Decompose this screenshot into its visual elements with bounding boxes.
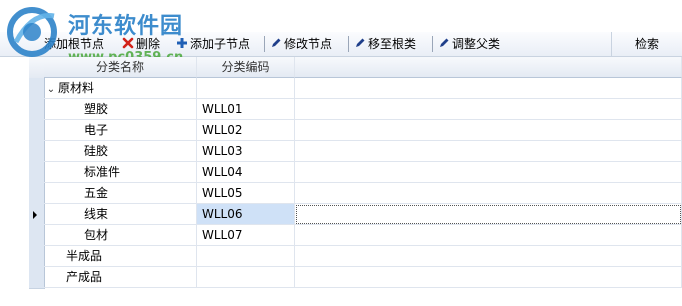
filler-cell [295, 78, 682, 99]
edit-node-label: 修改节点 [284, 37, 333, 51]
row-header[interactable] [29, 141, 45, 163]
row-header[interactable] [29, 99, 45, 121]
name-cell[interactable]: 半成品 [44, 246, 197, 267]
name-cell[interactable]: 电子 [44, 120, 197, 141]
row-header[interactable] [29, 267, 45, 289]
code-cell[interactable]: WLL06 [197, 204, 295, 225]
table-row[interactable]: 五金 WLL05 [0, 183, 682, 205]
filler-cell [295, 99, 682, 120]
table-row[interactable]: 硅胶 WLL03 [0, 141, 682, 163]
pencil-icon [270, 36, 282, 48]
add-child-node-button[interactable]: 添加子节点 [176, 35, 250, 53]
table-row[interactable]: 标准件 WLL04 [0, 162, 682, 184]
column-header-name[interactable]: 分类名称 [44, 57, 197, 78]
row-header[interactable] [29, 120, 45, 142]
filler-cell [295, 267, 682, 288]
toolbar-separator [432, 36, 433, 52]
name-cell[interactable]: 硅胶 [44, 141, 197, 162]
add-child-label: 添加子节点 [190, 37, 251, 51]
table-row-selected[interactable]: 线束 WLL06 [0, 204, 682, 226]
tree-row-raw-materials[interactable]: ⌄ 原材料 [0, 78, 682, 100]
toolbar-separator [348, 36, 349, 52]
filler-cell [295, 225, 682, 246]
move-to-root-label: 移至根类 [368, 37, 417, 51]
pencil-icon [438, 36, 450, 48]
code-cell[interactable]: WLL07 [197, 225, 295, 246]
name-cell[interactable]: 包材 [44, 225, 197, 246]
name-cell[interactable]: 五金 [44, 183, 197, 204]
search-label: 检索 [634, 37, 659, 51]
column-header-filler [295, 57, 682, 78]
toolbar: 添加根节点 删除 添加子节点 修改节点 移至根类 调整父类 检索 [0, 32, 682, 57]
grid-header: 分类名称 分类编码 [0, 57, 682, 79]
adjust-parent-button[interactable]: 调整父类 [438, 35, 500, 53]
code-cell[interactable]: WLL05 [197, 183, 295, 204]
row-header[interactable] [29, 246, 45, 268]
category-grid: 分类名称 分类编码 ⌄ 原材料 塑胶 WLL01 电子 WLL02 硅胶 WLL0… [0, 57, 682, 306]
name-cell[interactable]: 塑胶 [44, 99, 197, 120]
focused-cell[interactable] [295, 204, 682, 225]
filler-cell [295, 120, 682, 141]
name-cell[interactable]: 产成品 [44, 267, 197, 288]
delete-icon [122, 36, 134, 49]
name-cell[interactable]: ⌄ 原材料 [44, 78, 197, 99]
column-header-code[interactable]: 分类编码 [197, 57, 295, 78]
delete-button[interactable]: 删除 [122, 35, 160, 53]
current-row-arrow-icon [33, 211, 37, 219]
code-cell[interactable]: WLL04 [197, 162, 295, 183]
row-header[interactable] [29, 78, 45, 100]
filler-cell [295, 162, 682, 183]
tree-row-semi-finished[interactable]: 半成品 [0, 246, 682, 268]
plus-icon [176, 36, 188, 48]
search-button[interactable]: 检索 [611, 32, 682, 56]
move-to-root-button[interactable]: 移至根类 [354, 35, 416, 53]
delete-label: 删除 [136, 37, 161, 51]
add-root-node-button[interactable]: 添加根节点 [44, 35, 104, 53]
row-header[interactable] [29, 225, 45, 247]
table-row[interactable]: 塑胶 WLL01 [0, 99, 682, 121]
edit-node-button[interactable]: 修改节点 [270, 35, 332, 53]
code-cell[interactable]: WLL01 [197, 99, 295, 120]
filler-cell [295, 246, 682, 267]
code-cell[interactable] [197, 246, 295, 267]
add-root-node-label: 添加根节点 [44, 37, 105, 51]
code-cell[interactable]: WLL03 [197, 141, 295, 162]
row-header[interactable] [29, 204, 45, 226]
chevron-down-icon[interactable]: ⌄ [44, 79, 58, 98]
adjust-parent-label: 调整父类 [452, 37, 501, 51]
filler-cell [295, 141, 682, 162]
code-cell[interactable] [197, 267, 295, 288]
row-header[interactable] [29, 183, 45, 205]
toolbar-separator [264, 36, 265, 52]
table-row[interactable]: 电子 WLL02 [0, 120, 682, 142]
code-cell[interactable]: WLL02 [197, 120, 295, 141]
name-cell[interactable]: 标准件 [44, 162, 197, 183]
tree-row-finished-products[interactable]: 产成品 [0, 267, 682, 289]
row-header-corner [29, 57, 45, 79]
code-cell[interactable] [197, 78, 295, 99]
name-cell[interactable]: 线束 [44, 204, 197, 225]
filler-cell [295, 183, 682, 204]
row-header[interactable] [29, 162, 45, 184]
table-row[interactable]: 包材 WLL07 [0, 225, 682, 247]
pencil-icon [354, 36, 366, 48]
